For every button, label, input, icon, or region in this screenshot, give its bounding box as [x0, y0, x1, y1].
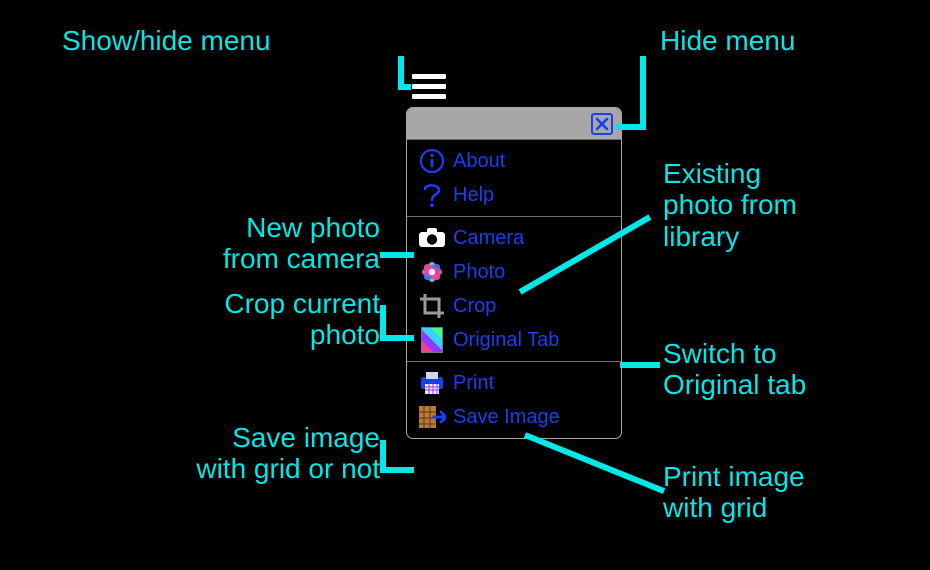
menu-section-photo: Camera: [407, 216, 621, 361]
annotation-text: Save image: [232, 422, 380, 453]
help-icon: [417, 180, 447, 210]
menu-item-label: Original Tab: [447, 329, 559, 352]
menu-item-label: Photo: [447, 261, 505, 284]
leader-line: [398, 84, 411, 90]
annotation-existing: Existing photo from library: [663, 158, 797, 252]
menu-section-output: Print Save: [407, 361, 621, 438]
menu-item-label: Camera: [447, 227, 524, 250]
menu-item-about[interactable]: About: [407, 144, 621, 178]
annotation-crop: Crop current photo: [224, 288, 380, 351]
annotation-text: from camera: [223, 243, 380, 274]
save-image-icon: [417, 402, 447, 432]
menu-item-label: Crop: [447, 295, 496, 318]
print-icon: [417, 368, 447, 398]
annotation-text: Hide menu: [660, 25, 795, 56]
leader-line: [620, 362, 660, 368]
menu-item-save-image[interactable]: Save Image: [407, 400, 621, 434]
annotation-switch: Switch to Original tab: [663, 338, 806, 401]
menu-panel: About Help: [406, 107, 622, 439]
info-icon: [417, 146, 447, 176]
annotation-text: with grid or not: [196, 453, 380, 484]
annotation-text: New photo: [246, 212, 380, 243]
camera-icon: [417, 223, 447, 253]
leader-line: [616, 124, 646, 130]
annotation-text: library: [663, 221, 739, 252]
menu-item-label: About: [447, 150, 505, 173]
annotation-text: Switch to: [663, 338, 777, 369]
leader-line: [640, 56, 646, 130]
leader-line: [380, 440, 386, 473]
hamburger-icon[interactable]: [412, 71, 446, 101]
annotation-text: Existing: [663, 158, 761, 189]
photos-icon: [417, 257, 447, 287]
menu-item-print[interactable]: Print: [407, 366, 621, 400]
menu-item-label: Help: [447, 184, 494, 207]
annotation-text: Crop current: [224, 288, 380, 319]
annotation-text: photo from: [663, 189, 797, 220]
menu-item-help[interactable]: Help: [407, 178, 621, 212]
annotation-text: Print image: [663, 461, 805, 492]
menu-item-label: Print: [447, 372, 494, 395]
annotation-new-photo: New photo from camera: [223, 212, 380, 275]
annotation-save: Save image with grid or not: [196, 422, 380, 485]
annotation-text: Show/hide menu: [62, 25, 271, 56]
menu-item-label: Save Image: [447, 406, 560, 429]
close-icon: [595, 117, 609, 131]
original-tab-icon: [417, 325, 447, 355]
annotation-text: with grid: [663, 492, 767, 523]
leader-line: [380, 305, 386, 341]
annotation-text: photo: [310, 319, 380, 350]
annotation-print: Print image with grid: [663, 461, 805, 524]
leader-line: [380, 252, 414, 258]
menu-section-info: About Help: [407, 139, 621, 216]
annotation-text: Original tab: [663, 369, 806, 400]
menu-item-photo[interactable]: Photo: [407, 255, 621, 289]
menu-item-crop[interactable]: Crop: [407, 289, 621, 323]
menu-header: [407, 108, 621, 139]
leader-line: [524, 432, 665, 494]
annotation-show-hide: Show/hide menu: [62, 25, 402, 56]
annotation-hide-menu: Hide menu: [660, 25, 795, 56]
close-menu-button[interactable]: [591, 113, 613, 135]
menu-item-original-tab[interactable]: Original Tab: [407, 323, 621, 357]
crop-icon: [417, 291, 447, 321]
